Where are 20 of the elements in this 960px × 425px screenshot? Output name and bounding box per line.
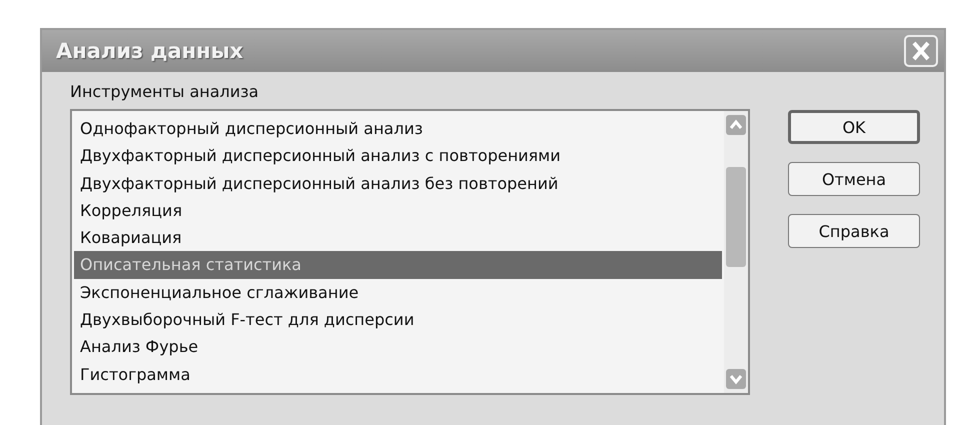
- dialog-button[interactable]: OK: [788, 110, 920, 144]
- dialog-button[interactable]: Отмена: [788, 162, 920, 196]
- scroll-down-icon[interactable]: [726, 369, 746, 389]
- scroll-thumb[interactable]: [726, 167, 746, 267]
- scroll-up-icon[interactable]: [726, 115, 746, 135]
- list-item[interactable]: Экспоненциальное сглаживание: [74, 278, 722, 306]
- list-item[interactable]: Однофакторный дисперсионный анализ: [74, 115, 722, 142]
- list-item[interactable]: Анализ Фурье: [74, 333, 722, 361]
- window-title: Анализ данных: [56, 39, 244, 63]
- list-item[interactable]: Ковариация: [74, 224, 722, 252]
- list-item[interactable]: Корреляция: [74, 196, 722, 224]
- list-item[interactable]: Двухфакторный дисперсионный анализ без повторений: [74, 170, 722, 197]
- dialog-button[interactable]: Справка: [788, 214, 920, 248]
- list-item[interactable]: Двухвыборочный F-тест для дисперсии: [74, 306, 722, 334]
- scrollbar[interactable]: [724, 111, 748, 393]
- close-icon[interactable]: [904, 35, 938, 67]
- list-label: Инструменты анализа: [70, 82, 260, 101]
- list-item[interactable]: Описательная статистика: [74, 251, 722, 279]
- list-item[interactable]: Двухфакторный дисперсионный анализ с повторениями: [74, 142, 722, 170]
- list-item[interactable]: Гистограмма: [74, 360, 722, 388]
